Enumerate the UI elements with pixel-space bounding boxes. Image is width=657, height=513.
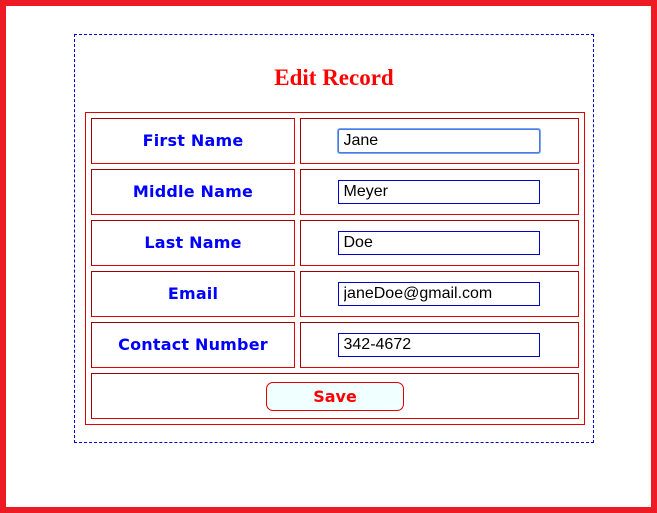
form-row-first-name: First Name xyxy=(91,118,579,164)
label-cell: Contact Number xyxy=(91,322,295,368)
form-row-contact-number: Contact Number xyxy=(91,322,579,368)
input-cell xyxy=(300,169,579,215)
form-row-last-name: Last Name xyxy=(91,220,579,266)
contact-number-input[interactable] xyxy=(337,333,540,357)
edit-record-form: First Name Middle Name Las xyxy=(85,112,585,425)
label-cell: Middle Name xyxy=(91,169,295,215)
email-input[interactable] xyxy=(337,282,540,306)
first-name-label: First Name xyxy=(142,131,244,150)
input-cell xyxy=(300,220,579,266)
label-cell: Email xyxy=(91,271,295,317)
last-name-input[interactable] xyxy=(337,231,540,255)
page-frame: Edit Record First Name Middle Name xyxy=(0,0,657,513)
label-cell: Last Name xyxy=(91,220,295,266)
middle-name-label: Middle Name xyxy=(132,182,254,201)
input-cell xyxy=(300,118,579,164)
page-title: Edit Record xyxy=(274,65,394,90)
edit-record-container: Edit Record First Name Middle Name xyxy=(74,34,594,443)
email-label: Email xyxy=(167,284,219,303)
input-cell xyxy=(300,322,579,368)
form-row-email: Email xyxy=(91,271,579,317)
first-name-input[interactable] xyxy=(337,129,540,153)
save-button[interactable]: Save xyxy=(266,381,404,411)
form-row-actions: Save xyxy=(91,373,579,419)
input-cell xyxy=(300,271,579,317)
save-cell: Save xyxy=(91,373,579,419)
middle-name-input[interactable] xyxy=(337,180,540,204)
form-row-middle-name: Middle Name xyxy=(91,169,579,215)
contact-number-label: Contact Number xyxy=(118,335,268,354)
last-name-label: Last Name xyxy=(144,233,242,252)
label-cell: First Name xyxy=(91,118,295,164)
